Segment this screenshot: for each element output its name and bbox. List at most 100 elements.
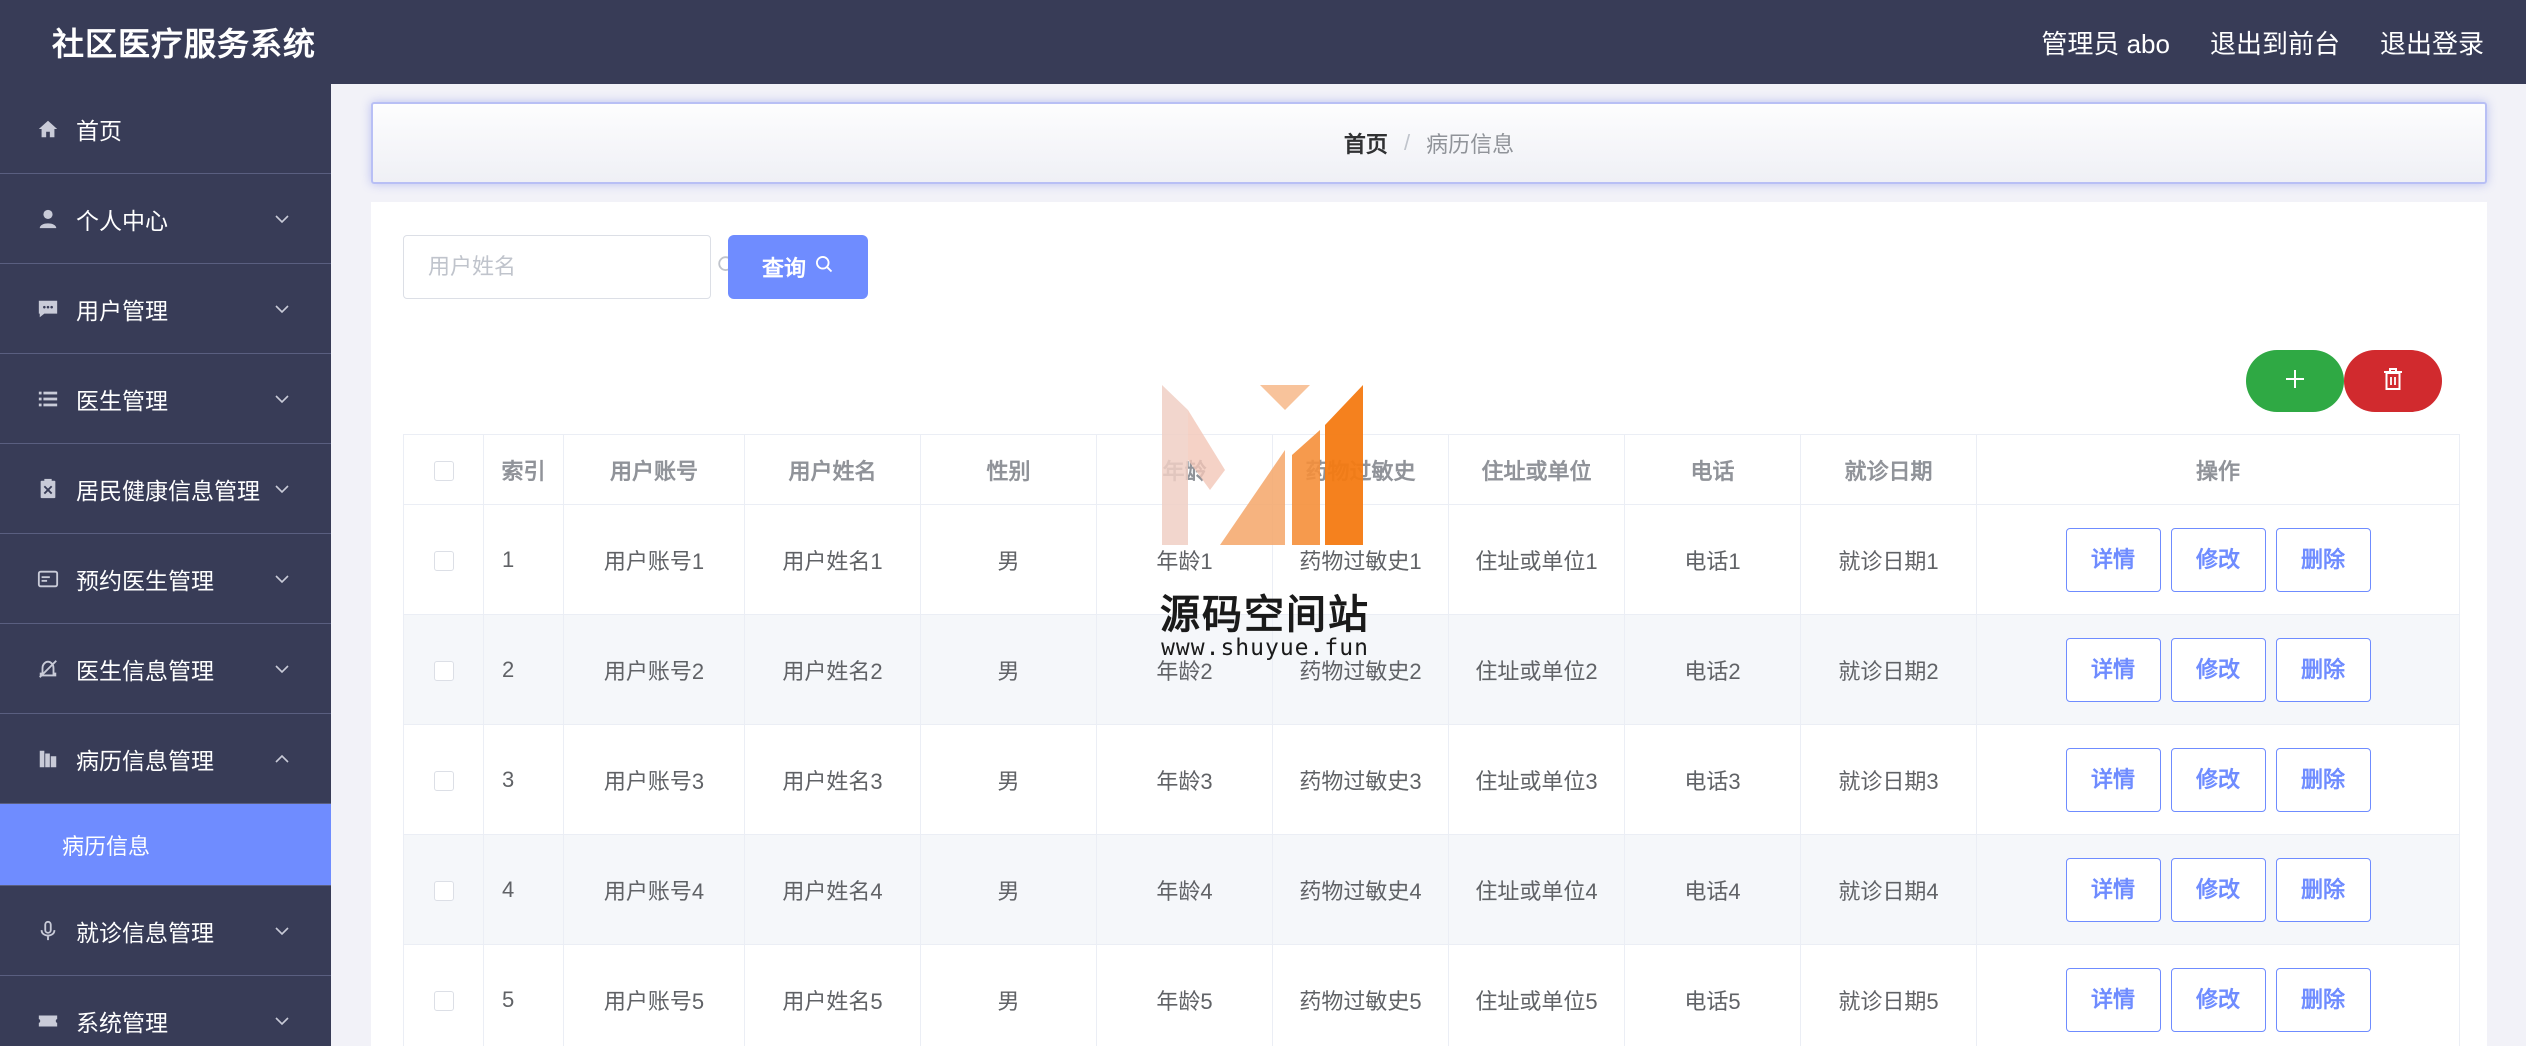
sidebar-item-appointment[interactable]: 预约医生管理 — [0, 534, 331, 624]
delete-button[interactable]: 删除 — [2275, 527, 2371, 592]
cell-phone: 电话4 — [1624, 834, 1801, 945]
row-checkbox[interactable] — [433, 770, 454, 791]
card-icon — [36, 567, 60, 591]
cell-actions: 详情 修改 删除 — [1976, 834, 2460, 945]
delete-button[interactable]: 删除 — [2275, 747, 2371, 812]
table-row: 4 用户账号4 用户姓名4 男 年龄4 药物过敏史4 住址或单位4 电话4 就诊… — [403, 834, 2460, 945]
sidebar-item-home[interactable]: 首页 — [0, 84, 331, 174]
detail-button[interactable]: 详情 — [2065, 527, 2161, 592]
row-checkbox[interactable] — [433, 880, 454, 901]
chevron-down-icon — [271, 658, 293, 680]
sidebar-item-personal-center[interactable]: 个人中心 — [0, 174, 331, 264]
cell-index: 5 — [483, 944, 564, 1046]
row-select-cell — [403, 724, 484, 835]
batch-delete-button[interactable] — [2344, 350, 2442, 412]
chevron-down-icon — [271, 568, 293, 590]
home-icon — [36, 117, 60, 141]
detail-button[interactable]: 详情 — [2065, 637, 2161, 702]
bell-off-icon — [36, 657, 60, 681]
cell-address: 住址或单位4 — [1448, 834, 1625, 945]
cell-date: 就诊日期5 — [1800, 944, 1977, 1046]
edit-button[interactable]: 修改 — [2170, 747, 2266, 812]
query-button-label: 查询 — [761, 256, 806, 281]
table-row: 1 用户账号1 用户姓名1 男 年龄1 药物过敏史1 住址或单位1 电话1 就诊… — [403, 504, 2460, 615]
cell-allergy: 药物过敏史5 — [1272, 944, 1449, 1046]
plus-icon — [2284, 368, 2306, 395]
edit-button[interactable]: 修改 — [2170, 637, 2266, 702]
cell-actions: 详情 修改 删除 — [1976, 944, 2460, 1046]
add-button[interactable] — [2246, 350, 2344, 412]
cell-account: 用户账号5 — [563, 944, 745, 1046]
sidebar-item-label: 医生信息管理 — [76, 657, 214, 684]
cell-address: 住址或单位5 — [1448, 944, 1625, 1046]
search-field[interactable] — [403, 235, 736, 299]
query-button[interactable]: 查询 — [728, 235, 868, 299]
table-row: 3 用户账号3 用户姓名3 男 年龄3 药物过敏史3 住址或单位3 电话3 就诊… — [403, 724, 2460, 835]
sidebar-item-system[interactable]: 系统管理 — [0, 976, 331, 1046]
clipboard-icon — [36, 477, 60, 501]
content-panel: 查询 索引 用户账号 用户姓名 — [371, 202, 2487, 1046]
chat-icon — [36, 297, 60, 321]
sidebar-item-resident-health[interactable]: 居民健康信息管理 — [0, 444, 331, 534]
row-checkbox[interactable] — [433, 660, 454, 681]
cell-phone: 电话1 — [1624, 504, 1801, 615]
search-input[interactable] — [428, 254, 716, 280]
ticket-icon — [36, 1009, 60, 1033]
cell-name: 用户姓名3 — [744, 724, 921, 835]
row-checkbox[interactable] — [433, 990, 454, 1011]
breadcrumb-home[interactable]: 首页 — [1344, 127, 1388, 159]
search-icon — [814, 254, 834, 280]
edit-button[interactable]: 修改 — [2170, 967, 2266, 1032]
cell-account: 用户账号2 — [563, 614, 745, 725]
cell-age: 年龄3 — [1096, 724, 1273, 835]
cell-name: 用户姓名2 — [744, 614, 921, 725]
list-icon — [36, 387, 60, 411]
delete-button[interactable]: 删除 — [2275, 637, 2371, 702]
sidebar-subitem-medical-record[interactable]: 病历信息 — [0, 804, 331, 886]
cell-allergy: 药物过敏史4 — [1272, 834, 1449, 945]
row-select-cell — [403, 944, 484, 1046]
row-checkbox[interactable] — [433, 550, 454, 571]
cell-account: 用户账号4 — [563, 834, 745, 945]
top-header: 社区医疗服务系统 管理员 abo 退出到前台 退出登录 — [0, 0, 2526, 84]
cell-age: 年龄4 — [1096, 834, 1273, 945]
delete-button[interactable]: 删除 — [2275, 967, 2371, 1032]
chevron-down-icon — [271, 1010, 293, 1032]
column-header: 索引 — [483, 434, 564, 505]
chevron-down-icon — [271, 920, 293, 942]
cell-allergy: 药物过敏史2 — [1272, 614, 1449, 725]
cell-date: 就诊日期3 — [1800, 724, 1977, 835]
admin-label: 管理员 abo — [2041, 28, 2170, 59]
cell-index: 4 — [483, 834, 564, 945]
exit-to-front-link[interactable]: 退出到前台 — [2210, 24, 2340, 61]
sidebar-item-medical-record-mgmt[interactable]: 病历信息管理 — [0, 714, 331, 804]
cell-actions: 详情 修改 删除 — [1976, 504, 2460, 615]
edit-button[interactable]: 修改 — [2170, 857, 2266, 922]
chevron-down-icon — [271, 388, 293, 410]
delete-button[interactable]: 删除 — [2275, 857, 2371, 922]
detail-button[interactable]: 详情 — [2065, 967, 2161, 1032]
select-all-checkbox[interactable] — [433, 460, 454, 481]
cell-allergy: 药物过敏史3 — [1272, 724, 1449, 835]
table-header-row: 索引 用户账号 用户姓名 性别 年龄 药物过敏史 住址或单位 电话 就诊日期 操… — [403, 434, 2460, 505]
chevron-down-icon — [271, 478, 293, 500]
detail-button[interactable]: 详情 — [2065, 747, 2161, 812]
cell-phone: 电话3 — [1624, 724, 1801, 835]
sidebar-item-label: 预约医生管理 — [76, 567, 214, 594]
chevron-down-icon — [271, 298, 293, 320]
cell-gender: 男 — [920, 614, 1097, 725]
sidebar-item-doctor-info[interactable]: 医生信息管理 — [0, 624, 331, 714]
column-header: 用户姓名 — [744, 434, 921, 505]
sidebar-item-user-management[interactable]: 用户管理 — [0, 264, 331, 354]
trash-icon — [2382, 367, 2404, 396]
detail-button[interactable]: 详情 — [2065, 857, 2161, 922]
sidebar-item-visit-info[interactable]: 就诊信息管理 — [0, 886, 331, 976]
edit-button[interactable]: 修改 — [2170, 527, 2266, 592]
cell-index: 2 — [483, 614, 564, 725]
chevron-up-icon — [271, 748, 293, 770]
medical-record-table: 索引 用户账号 用户姓名 性别 年龄 药物过敏史 住址或单位 电话 就诊日期 操… — [403, 434, 2460, 1046]
sidebar-item-label: 首页 — [76, 117, 122, 144]
sidebar-item-doctor-management[interactable]: 医生管理 — [0, 354, 331, 444]
breadcrumb-current: 病历信息 — [1426, 132, 1515, 157]
logout-link[interactable]: 退出登录 — [2380, 24, 2484, 61]
